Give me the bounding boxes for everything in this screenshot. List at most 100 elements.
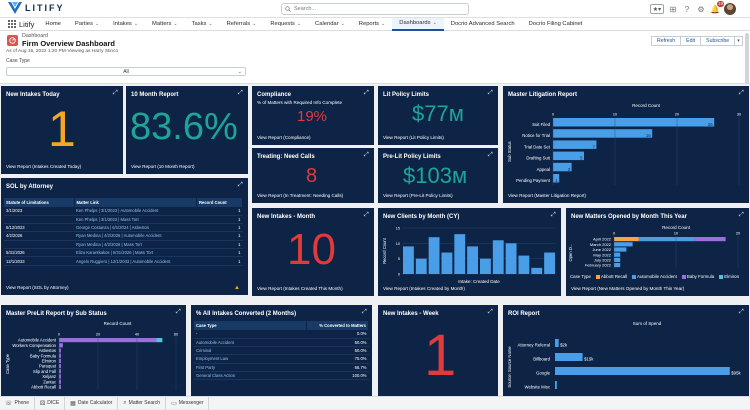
legend-item[interactable]: Baby Formula	[681, 274, 714, 279]
help-icon[interactable]: ?	[682, 4, 692, 14]
legend-item[interactable]: Automobile Accident	[632, 274, 677, 279]
column-header[interactable]: Statute of Limitations	[4, 198, 75, 207]
litify-logo[interactable]: LITIFY	[8, 2, 65, 14]
matter-link[interactable]: George Costanza | 6/1/2024 | Asbestos	[74, 223, 197, 233]
bar	[467, 246, 478, 274]
subscribe-button[interactable]: Subscribe	[700, 36, 736, 46]
nav-tab[interactable]: Home	[38, 18, 67, 31]
setup-gear-icon[interactable]: ⚙	[696, 4, 706, 14]
expand-icon[interactable]: ⤢	[488, 152, 494, 158]
view-report-link[interactable]: View Report (Intakes Created Today)	[6, 164, 81, 169]
edit-button[interactable]: Edit	[680, 36, 702, 46]
column-header[interactable]: % Converted to Matters	[306, 321, 369, 330]
chevron-down-icon[interactable]: ⌄	[433, 20, 437, 26]
view-report-link[interactable]: View Report (New Matters Opened by Month…	[571, 286, 684, 291]
add-icon[interactable]: ⊞	[668, 4, 678, 14]
utility-label: Date Calculator	[77, 400, 113, 406]
sol-date-cell: 12/1/2033	[4, 256, 74, 266]
case-type-link[interactable]: General Class Action	[194, 371, 307, 381]
column-header[interactable]: Matter Link	[74, 198, 197, 207]
expand-icon[interactable]: ⤢	[488, 90, 494, 96]
chevron-down-icon[interactable]: ⌄	[208, 21, 212, 27]
chevron-down-icon[interactable]: ⌄	[341, 21, 345, 27]
expand-icon[interactable]: ⤢	[364, 90, 370, 96]
nav-tab[interactable]: Dashboards ⌄	[392, 17, 444, 31]
view-report-link[interactable]: View Report (Lit Policy Limits)	[383, 135, 444, 140]
case-type-link[interactable]: -	[194, 330, 307, 339]
case-type-link[interactable]: First Party	[194, 363, 307, 373]
column-header[interactable]: Record Count	[196, 198, 243, 207]
global-header: LITIFY Search... ★▾ ⊞ ? ⚙ 🔔 19	[0, 0, 750, 18]
chevron-down-icon[interactable]: ⌄	[173, 21, 177, 27]
expand-icon[interactable]: ⤢	[238, 90, 244, 96]
expand-icon[interactable]: ⤢	[488, 309, 494, 315]
refresh-button[interactable]: Refresh	[651, 36, 682, 46]
view-report-link[interactable]: View Report (SOL by Attorney)	[6, 285, 69, 290]
expand-icon[interactable]: ⤢	[113, 90, 119, 96]
utility-matter-search[interactable]: ⌕ Matter Search	[118, 396, 167, 410]
nav-tab[interactable]: Docrio Advanced Search	[444, 18, 522, 31]
nav-tab[interactable]: Tasks ⌄	[185, 18, 220, 31]
expand-icon[interactable]: ⤢	[364, 212, 370, 218]
table-row: 5/31/2026 Eliza Karantkakos | 5/31/2026 |…	[4, 248, 243, 258]
expand-icon[interactable]: ⤢	[739, 309, 745, 315]
chevron-down-icon[interactable]: ⌄	[134, 21, 138, 27]
app-launcher[interactable]: Litify	[8, 20, 34, 29]
notifications-bell-icon[interactable]: 🔔 19	[710, 1, 724, 14]
nav-tab[interactable]: Referrals ⌄	[220, 18, 264, 31]
nav-tab[interactable]: Docrio Filing Cabinet	[522, 18, 590, 31]
expand-icon[interactable]: ⤢	[238, 182, 244, 188]
matter-link[interactable]: Ryan Medina | 4/2/2026 | Mass Tort	[74, 240, 197, 250]
utility-messenger[interactable]: ▭ Messenger	[166, 396, 210, 410]
legend-item[interactable]: Abbott Recall	[595, 274, 627, 279]
expand-icon[interactable]: ⤢	[176, 309, 182, 315]
matter-link[interactable]: Eliza Karantkakos | 5/31/2026 | Mass Tor…	[74, 248, 197, 258]
chevron-down-icon[interactable]: ⌄	[95, 21, 99, 27]
nav-tab[interactable]: Intakes ⌄	[106, 18, 145, 31]
chevron-down-icon[interactable]: ⌄	[297, 21, 301, 27]
data-label: $2k	[560, 343, 568, 348]
matter-link[interactable]: Ken Phelps | 3/1/2023 | Automobile Accid…	[74, 207, 197, 216]
view-report-link[interactable]: View Report (Intakes Created This Month)	[257, 286, 343, 291]
view-report-link[interactable]: View Report (Pre-Lit Policy Limits)	[383, 193, 453, 198]
column-header[interactable]: Case Type	[194, 321, 307, 330]
expand-icon[interactable]: ⤢	[739, 90, 745, 96]
legend-item[interactable]: Elmiron	[719, 274, 739, 279]
view-report-link[interactable]: View Report (Intakes Created by Month)	[383, 286, 465, 291]
utility-dice[interactable]: ⚄ DICE	[35, 396, 66, 410]
utility-date-calculator[interactable]: ▦ Date Calculator	[65, 396, 119, 410]
expand-icon[interactable]: ⤢	[739, 212, 745, 218]
matter-link[interactable]: Ryan Medina | 4/2/2026 | Automobile Acci…	[74, 231, 197, 241]
view-report-link[interactable]: View Report (Compliance)	[257, 135, 311, 140]
matter-link[interactable]: Angelo Ruggiero | 12/1/2033 | Automobile…	[74, 256, 197, 266]
utility-phone[interactable]: ☏ Phone	[0, 396, 35, 410]
case-type-link[interactable]: Employment Law	[194, 354, 307, 364]
case-type-link[interactable]: Criminal	[194, 346, 307, 356]
nav-tab[interactable]: Parties ⌄	[68, 18, 106, 31]
favorites-button[interactable]: ★▾	[650, 4, 664, 14]
view-report-link[interactable]: View Report (10 Month Report)	[131, 164, 195, 169]
view-report-link[interactable]: View Report (In Treatment: Needing Calls…	[257, 193, 343, 198]
scrollbar[interactable]	[745, 33, 749, 85]
nav-tab[interactable]: Calendar ⌄	[308, 18, 352, 31]
view-report-link[interactable]: View Report (Master Litigation Report)	[508, 193, 586, 198]
more-actions-chevron-icon[interactable]: ▾	[734, 36, 743, 46]
nav-tab[interactable]: Requests ⌄	[263, 18, 308, 31]
expand-icon[interactable]: ⤢	[362, 309, 368, 315]
case-type-link[interactable]: Automobile Accident	[194, 338, 307, 347]
expand-icon[interactable]: ⤢	[551, 212, 557, 218]
table-row: 3/1/2023 Ken Phelps | 3/1/2023 | Automobi…	[4, 207, 243, 216]
nav-tab[interactable]: Matters ⌄	[145, 18, 185, 31]
global-search-input[interactable]: Search...	[281, 3, 469, 15]
chevron-down-icon[interactable]: ⌄	[381, 21, 385, 27]
tick-label: 10	[396, 242, 400, 246]
bar	[454, 234, 466, 274]
user-avatar[interactable]	[724, 3, 736, 15]
nav-tab[interactable]: Reports ⌄	[352, 18, 393, 31]
matter-link[interactable]: Ken Phelps | 3/1/2023 | Mass Tort	[74, 215, 197, 224]
tick-label: 10	[613, 113, 617, 117]
card-lit-policy-limits: Lit Policy Limits ⤢ $77м View Report (Li…	[378, 86, 498, 145]
chevron-down-icon[interactable]: ⌄	[252, 21, 256, 27]
case-type-filter-select[interactable]: All ⌄	[6, 67, 246, 76]
expand-icon[interactable]: ⤢	[364, 152, 370, 158]
